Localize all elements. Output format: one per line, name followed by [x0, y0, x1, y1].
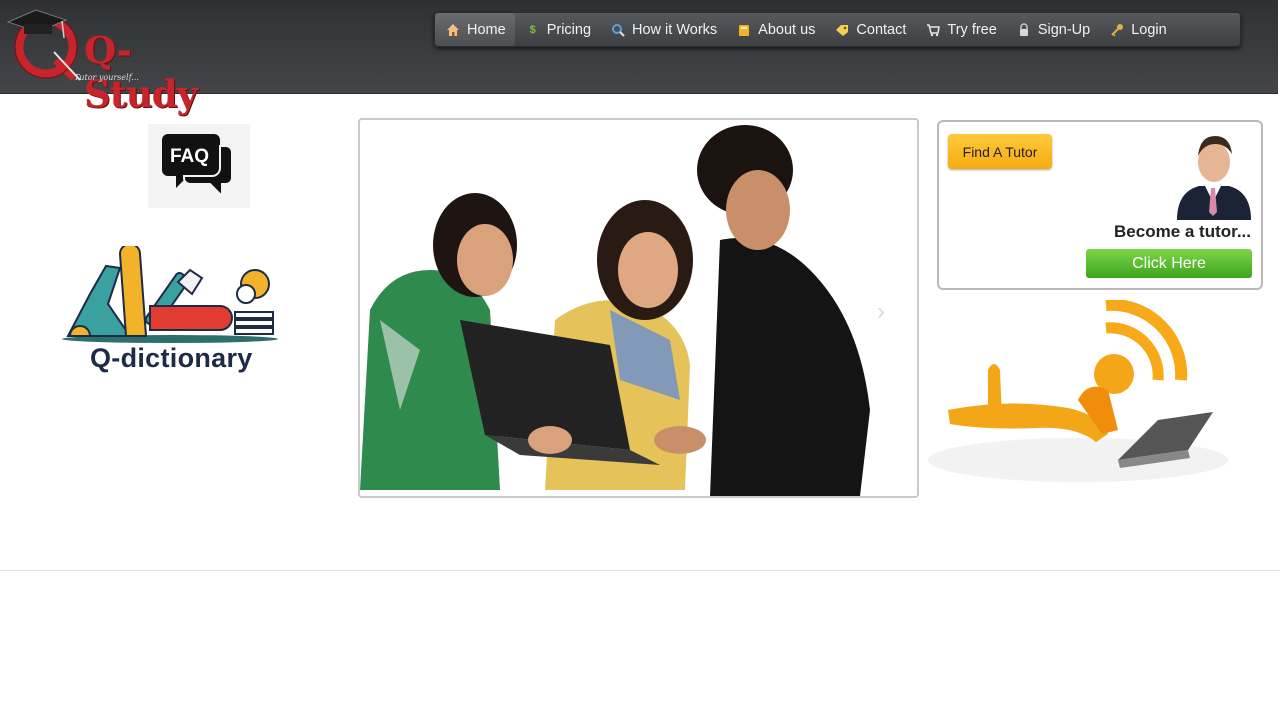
main-nav: Home $ Pricing How it Works About us Cont… [434, 12, 1241, 47]
nav-try-free-label: Try free [947, 21, 997, 38]
nav-home-label: Home [467, 21, 506, 38]
faq-link[interactable]: FAQ [148, 124, 250, 208]
q-dictionary-link[interactable]: Q-dictionary [60, 243, 282, 381]
become-tutor-panel: Find A Tutor Become a tutor... Click Her… [937, 120, 1263, 290]
home-icon [446, 23, 460, 37]
nav-home[interactable]: Home [435, 13, 515, 46]
site-header: Q-Study Tutor yourself... Home $ Pricing … [0, 0, 1278, 116]
logo-tagline: Tutor yourself... [74, 73, 139, 82]
faq-icon: FAQ [162, 134, 233, 199]
click-here-button[interactable]: Click Here [1086, 249, 1252, 278]
online-learning-image [928, 298, 1235, 485]
faq-text: FAQ [170, 146, 209, 167]
nav-login-label: Login [1131, 21, 1167, 38]
q-dictionary-label: Q-dictionary [90, 343, 253, 373]
tutor-photo [1175, 132, 1253, 220]
wifi-laptop-person-icon [928, 298, 1228, 482]
nav-login[interactable]: Login [1099, 13, 1175, 46]
footer-divider [0, 570, 1280, 571]
nav-try-free[interactable]: Try free [915, 13, 1005, 46]
nav-pricing-label: Pricing [546, 21, 592, 38]
tag-icon [835, 23, 849, 37]
find-tutor-button[interactable]: Find A Tutor [948, 134, 1052, 169]
nav-contact-label: Contact [856, 21, 907, 38]
magnifier-icon [611, 23, 625, 37]
site-logo[interactable]: Q-Study Tutor yourself... [4, 2, 199, 116]
reading-person-icon [62, 243, 278, 343]
logo-wordmark: Q-Study [84, 28, 198, 116]
hero-slider[interactable]: › [358, 118, 919, 498]
dollar-icon: $ [529, 23, 536, 36]
nav-pricing[interactable]: $ Pricing [515, 13, 600, 46]
nav-sign-up-label: Sign-Up [1037, 21, 1091, 38]
nav-sign-up[interactable]: Sign-Up [1006, 13, 1099, 46]
nav-contact[interactable]: Contact [824, 13, 915, 46]
nav-how-it-works-label: How it Works [632, 21, 718, 38]
lock-icon [1017, 22, 1031, 37]
nav-about-us[interactable]: About us [726, 13, 824, 46]
cart-icon [926, 23, 941, 37]
become-tutor-text: Become a tutor... [1114, 222, 1251, 241]
slider-next-arrow[interactable]: › [877, 298, 885, 326]
book-icon [737, 23, 751, 37]
students-laptop-image [360, 120, 917, 496]
nav-how-it-works[interactable]: How it Works [600, 13, 726, 46]
nav-about-us-label: About us [758, 21, 816, 38]
key-icon [1110, 23, 1124, 37]
